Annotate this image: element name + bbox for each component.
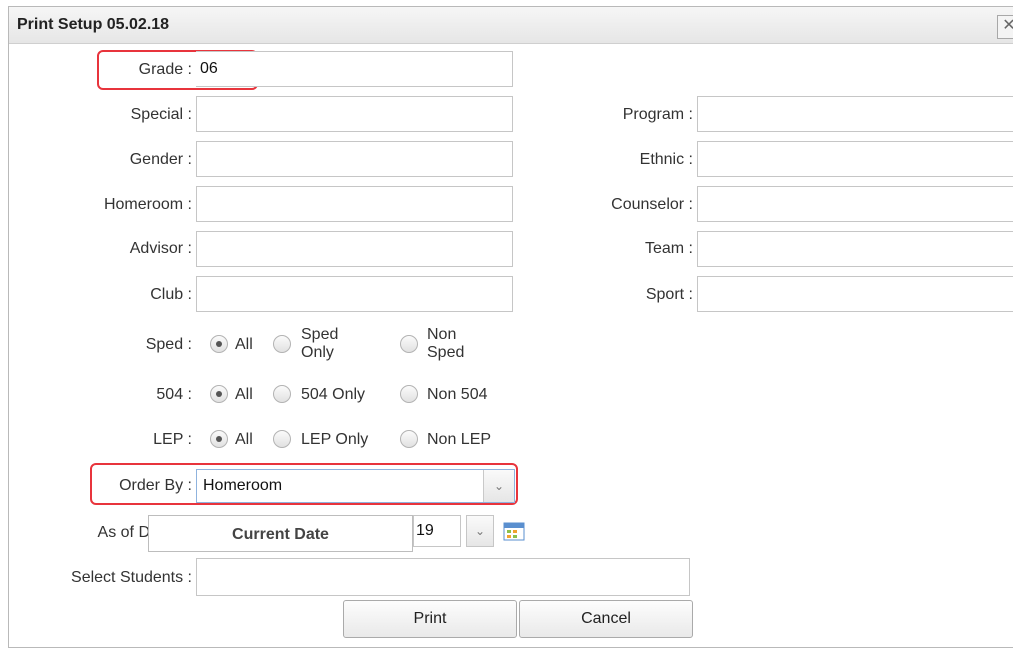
504-only-label[interactable]: 504 Only (301, 387, 365, 403)
dialog-title: Print Setup 05.02.18 (17, 16, 170, 33)
gender-label: Gender : (129, 151, 192, 168)
print-button[interactable]: Print (343, 600, 517, 638)
advisor-field[interactable] (196, 231, 513, 267)
order-by-value: Homeroom (203, 477, 283, 494)
homeroom-label: Homeroom : (103, 196, 192, 213)
gender-field[interactable] (196, 141, 513, 177)
non-lep-radio[interactable] (400, 430, 418, 448)
lep-all-label[interactable]: All (235, 432, 253, 448)
advisor-label: Advisor : (129, 240, 192, 257)
team-label: Team : (644, 240, 693, 257)
sped-label: Sped : (145, 336, 192, 353)
ethnic-label: Ethnic : (639, 151, 693, 168)
select-students-label: Select Students : (71, 569, 192, 586)
cancel-button[interactable]: Cancel (519, 600, 693, 638)
lep-label: LEP : (153, 431, 192, 448)
sped-only-label-line2[interactable]: Only (301, 345, 334, 361)
504-all-radio[interactable] (210, 385, 228, 403)
as-of-year-field[interactable]: 19 (413, 515, 461, 547)
special-field[interactable] (196, 96, 513, 132)
504-label: 504 : (156, 386, 192, 403)
sped-only-radio[interactable] (273, 335, 291, 353)
program-label: Program : (622, 106, 693, 123)
counselor-label: Counselor : (611, 196, 693, 213)
sport-label: Sport : (645, 286, 693, 303)
ethnic-field[interactable] (697, 141, 1013, 177)
as-of-date-label: As of D (97, 524, 150, 541)
counselor-field[interactable] (697, 186, 1013, 222)
non-sped-radio[interactable] (400, 335, 418, 353)
lep-only-radio[interactable] (273, 430, 291, 448)
order-by-select[interactable]: Homeroom ⌄ (196, 469, 515, 503)
team-field[interactable] (697, 231, 1013, 267)
club-field[interactable] (196, 276, 513, 312)
sport-field[interactable] (697, 276, 1013, 312)
current-date-overlay: Current Date (148, 515, 413, 552)
special-label: Special : (130, 106, 192, 123)
504-only-radio[interactable] (273, 385, 291, 403)
sped-only-label-line1[interactable]: Sped (301, 327, 338, 343)
dialog-titlebar[interactable]: Print Setup 05.02.18 ✕ (9, 7, 1013, 44)
homeroom-field[interactable] (196, 186, 513, 222)
non-504-radio[interactable] (400, 385, 418, 403)
sped-all-label[interactable]: All (235, 337, 253, 353)
grade-label: Grade : (138, 61, 192, 78)
select-students-field[interactable] (196, 558, 690, 596)
non-504-label[interactable]: Non 504 (427, 387, 488, 403)
program-field[interactable] (697, 96, 1013, 132)
lep-all-radio[interactable] (210, 430, 228, 448)
as-of-dropdown-button[interactable]: ⌄ (466, 515, 494, 547)
lep-only-label[interactable]: LEP Only (301, 432, 368, 448)
chevron-down-icon[interactable]: ⌄ (483, 470, 514, 502)
504-all-label[interactable]: All (235, 387, 253, 403)
current-date-text: Current Date (232, 526, 329, 543)
order-by-label: Order By : (119, 477, 192, 494)
calendar-icon[interactable] (503, 521, 525, 541)
non-sped-label-line1[interactable]: Non (427, 327, 456, 343)
sped-all-radio[interactable] (210, 335, 228, 353)
non-sped-label-line2[interactable]: Sped (427, 345, 464, 361)
close-button[interactable]: ✕ (997, 15, 1013, 39)
close-icon: ✕ (1002, 17, 1013, 34)
grade-field[interactable]: 06 (196, 51, 513, 87)
club-label: Club : (150, 286, 192, 303)
non-lep-label[interactable]: Non LEP (427, 432, 491, 448)
chevron-down-icon: ⌄ (474, 524, 486, 538)
